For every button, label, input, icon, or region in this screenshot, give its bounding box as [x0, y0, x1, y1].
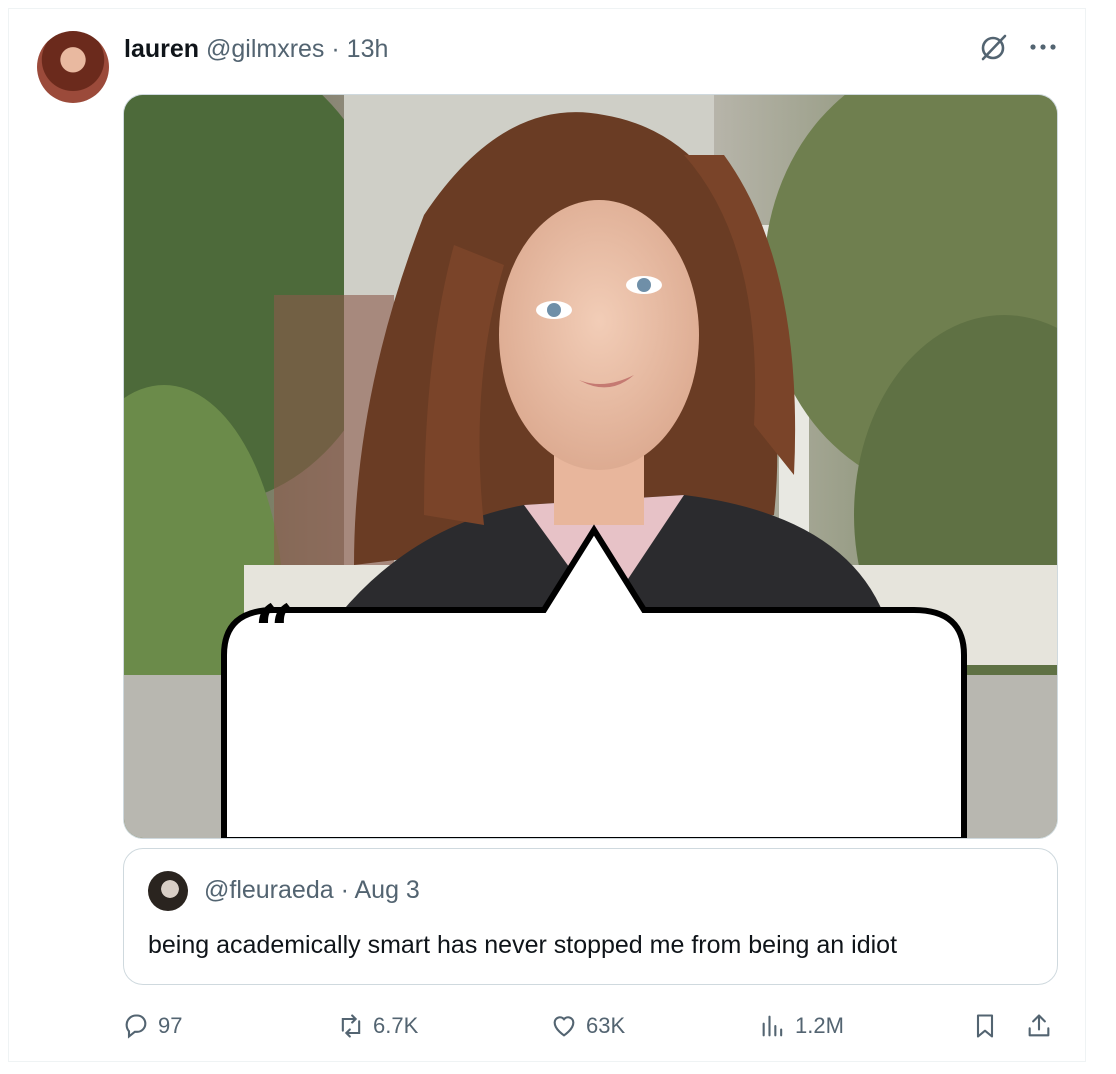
bookmark-icon — [976, 1014, 994, 1038]
views-button[interactable]: 1.2M — [759, 1006, 844, 1046]
repost-icon — [341, 1014, 361, 1038]
like-icon — [553, 1016, 575, 1037]
repost-count: 6.7K — [373, 1013, 419, 1038]
share-icon — [1028, 1014, 1050, 1037]
separator-dot: · — [340, 876, 349, 904]
views-icon — [762, 1015, 783, 1037]
like-button[interactable]: 63K — [550, 1006, 625, 1046]
tweet-action-bar: 97 6.7K 63K 1.2M — [0, 1006, 1116, 1046]
like-count: 63K — [586, 1013, 626, 1038]
repost-button[interactable]: 6.7K — [337, 1006, 418, 1046]
reply-count: 97 — [158, 1013, 183, 1038]
quoted-tweet-text: being academically smart has never stopp… — [148, 931, 898, 959]
separator-dot: · — [331, 35, 340, 63]
quoted-tweet-date[interactable]: Aug 3 — [355, 876, 420, 904]
reply-icon — [125, 1014, 147, 1039]
views-count: 1.2M — [795, 1013, 844, 1038]
grok-icon[interactable] — [977, 32, 1009, 64]
tweet-timestamp[interactable]: 13h — [347, 35, 389, 63]
quoted-tweet-header: @fleuraeda · Aug 3 — [204, 875, 420, 905]
quoted-author-avatar[interactable] — [148, 871, 188, 911]
more-icon[interactable] — [1028, 38, 1058, 56]
author-name[interactable]: lauren — [124, 35, 199, 63]
tweet-header: lauren @gilmxres · 13h — [124, 34, 388, 64]
svg-text:“: “ — [254, 589, 294, 672]
author-handle[interactable]: @gilmxres — [206, 35, 324, 63]
author-avatar[interactable] — [37, 31, 109, 103]
bookmark-button[interactable] — [971, 1006, 999, 1046]
tweet-media-image[interactable]: “ — [123, 94, 1058, 839]
quoted-author-handle[interactable]: @fleuraeda — [204, 876, 334, 904]
quoted-tweet[interactable]: @fleuraeda · Aug 3 being academically sm… — [123, 848, 1058, 985]
share-button[interactable] — [1025, 1006, 1053, 1046]
reply-button[interactable]: 97 — [122, 1006, 182, 1046]
